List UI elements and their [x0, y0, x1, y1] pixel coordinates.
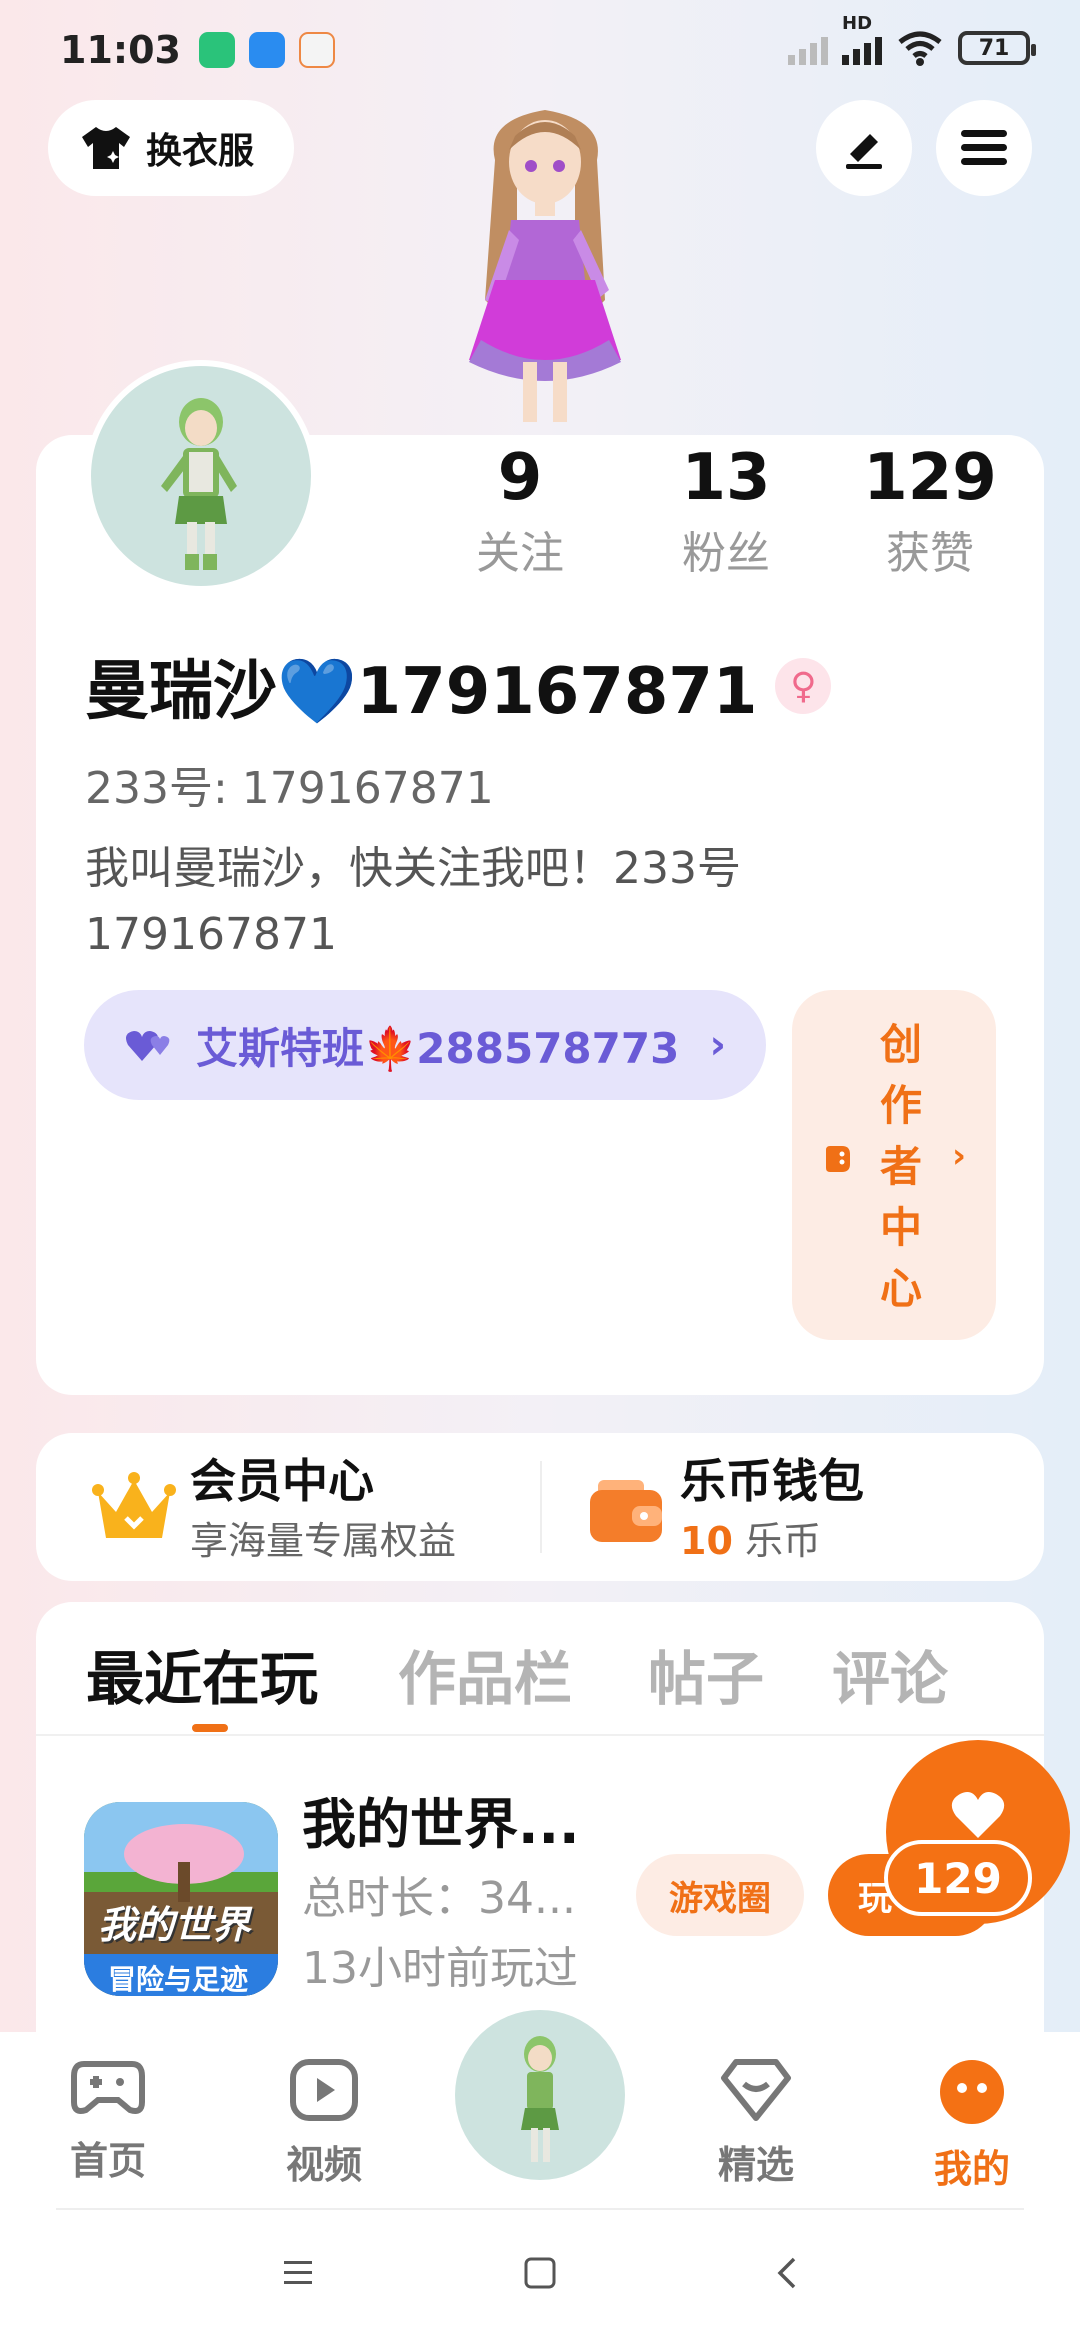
hearts-icon	[126, 1031, 170, 1061]
active-tab-indicator	[192, 1724, 228, 1732]
stat-following-label: 关注	[476, 528, 564, 579]
member-divider	[540, 1461, 542, 1553]
creator-center-label: 创作者中心	[879, 1020, 922, 1313]
nav-home[interactable]: 首页	[38, 2058, 178, 2185]
network-label: HD	[842, 13, 873, 34]
tshirt-icon	[82, 127, 130, 169]
change-outfit-button[interactable]: 换衣服	[48, 100, 294, 196]
change-outfit-label: 换衣服	[146, 131, 255, 172]
menu-button[interactable]	[936, 100, 1032, 196]
user-avatar[interactable]	[85, 360, 317, 592]
heart-shield-icon	[721, 2059, 791, 2121]
avatar-figure	[521, 2036, 559, 2162]
wallet-button[interactable]: 乐币钱包 10 乐币	[586, 1453, 864, 1567]
status-time: 11:03	[60, 28, 181, 72]
tab-divider	[36, 1734, 1044, 1736]
username: 曼瑞沙💙179167871 ♀	[85, 640, 832, 732]
wifi-icon	[898, 31, 942, 66]
crown-icon	[92, 1472, 176, 1538]
wallet-amount: 10	[680, 1519, 733, 1563]
stat-followers-label: 粉丝	[682, 528, 770, 579]
game-icon[interactable]: 我的世界 冒险与足迹	[84, 1802, 278, 1996]
tab-posts[interactable]: 帖子	[648, 1632, 764, 1716]
shield-app-icon	[198, 32, 235, 68]
nav-featured[interactable]: 精选	[686, 2058, 826, 2189]
user-bio: 我叫曼瑞沙，快关注我吧！233号179167871	[85, 843, 741, 960]
battery-icon: 71	[958, 31, 1036, 65]
bubble-app-icon	[248, 32, 285, 68]
face-dots-icon	[940, 2060, 1004, 2124]
game-title[interactable]: 我的世界...	[302, 1780, 580, 1859]
game-last-played: 13小时前玩过	[302, 1943, 578, 1994]
stat-following[interactable]: 9 关注	[450, 440, 590, 586]
edit-button[interactable]	[816, 100, 912, 196]
status-bar: 11:03 HD 71	[0, 0, 1080, 100]
nav-featured-label: 精选	[717, 2143, 794, 2187]
tab-works[interactable]: 作品栏	[398, 1632, 572, 1716]
nav-me-label: 我的	[933, 2147, 1010, 2191]
pen-icon	[846, 134, 882, 169]
stat-likes-label: 获赞	[886, 528, 974, 579]
gamepad-icon	[71, 2061, 145, 2114]
like-floating-button[interactable]: 129	[884, 1740, 1072, 1928]
game-icon-title: 我的世界	[98, 1903, 251, 1947]
stat-likes[interactable]: 129 获赞	[860, 440, 1000, 586]
group-label: 艾斯特班🍁288578773	[196, 1023, 680, 1073]
female-gender-icon: ♀	[775, 658, 832, 714]
avatar-figure	[161, 398, 237, 570]
nav-divider	[56, 2208, 1024, 2210]
creator-center-button[interactable]: 创作者中心 ›	[792, 990, 996, 1340]
character-model[interactable]	[425, 100, 665, 440]
creator-chevron-icon: ›	[951, 1136, 966, 1176]
video-play-icon	[290, 2059, 358, 2121]
nav-home-label: 首页	[69, 2139, 146, 2183]
group-badge[interactable]: 艾斯特班🍁288578773 ›	[84, 990, 766, 1100]
signal-sim1-icon	[788, 31, 828, 65]
nav-video-label: 视频	[285, 2143, 362, 2187]
wallet-unit: 乐币	[744, 1519, 821, 1563]
tab-recent-play[interactable]: 最近在玩	[86, 1632, 318, 1716]
back-icon[interactable]	[770, 2255, 806, 2291]
home-square-icon[interactable]	[522, 2255, 558, 2291]
gamepad-icon	[826, 1146, 850, 1172]
group-chevron-icon: ›	[709, 1022, 726, 1068]
member-card: 会员中心 享海量专属权益 乐币钱包 10 乐币	[36, 1433, 1044, 1581]
compass-app-icon	[298, 32, 335, 68]
wallet-balance: 10 乐币	[680, 1515, 864, 1567]
nav-video[interactable]: 视频	[254, 2058, 394, 2189]
wallet-icon	[590, 1480, 662, 1542]
wallet-title: 乐币钱包	[680, 1454, 864, 1508]
vip-center-button[interactable]: 会员中心 享海量专属权益	[92, 1453, 456, 1567]
nav-me[interactable]: 我的	[902, 2058, 1042, 2193]
recent-apps-icon[interactable]	[280, 2255, 316, 2291]
battery-level: 71	[978, 35, 1010, 61]
game-total-time: 总时长：34...	[302, 1873, 576, 1924]
game-icon-subtitle: 冒险与足迹	[108, 1963, 249, 1996]
nav-center-avatar[interactable]	[455, 2010, 625, 2180]
vip-subtitle: 享海量专属权益	[190, 1519, 457, 1563]
game-circle-button[interactable]: 游戏圈	[636, 1854, 804, 1936]
stat-following-value: 9	[497, 441, 543, 515]
user-id: 233号: 179167871	[85, 763, 494, 814]
username-text: 曼瑞沙💙179167871	[85, 655, 758, 729]
tab-comments[interactable]: 评论	[832, 1632, 948, 1716]
heart-icon	[951, 1792, 1005, 1838]
stat-likes-value: 129	[863, 441, 997, 515]
menu-icon	[961, 130, 1007, 165]
vip-title: 会员中心	[190, 1454, 374, 1508]
stat-followers[interactable]: 13 粉丝	[656, 440, 796, 586]
like-count: 129	[884, 1840, 1032, 1916]
stat-followers-value: 13	[681, 441, 771, 515]
signal-sim2-icon: HD	[842, 13, 882, 65]
